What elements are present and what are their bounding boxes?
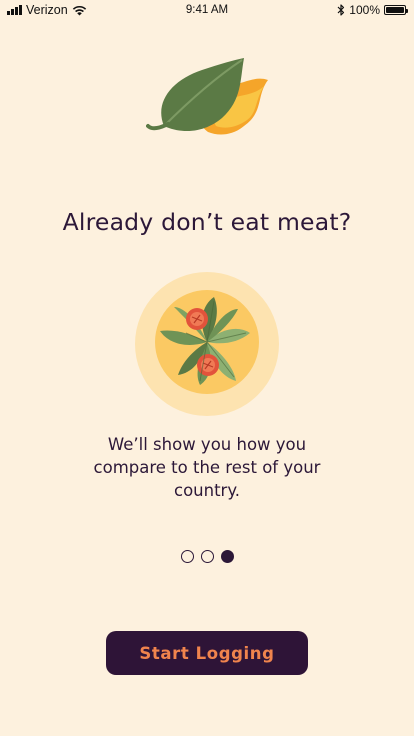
start-logging-button[interactable]: Start Logging [106,631,308,675]
page-dot-3[interactable] [220,550,234,563]
page-indicator [0,550,414,563]
battery-percent: 100% [349,3,380,17]
onboarding-description: We’ll show you how you compare to the re… [93,435,321,500]
battery-level [386,7,404,13]
salad-plate-illustration [135,272,279,416]
page-dot-2[interactable] [200,550,214,563]
page-dot-1[interactable] [180,550,194,563]
bluetooth-icon [337,4,345,16]
battery-icon [384,5,408,15]
page-title: Already don’t eat meat? [62,208,352,236]
status-right: 100% [337,3,408,17]
leaf-flame-logo [146,58,268,135]
status-bar: Verizon 9:41 AM 100% [0,0,414,20]
